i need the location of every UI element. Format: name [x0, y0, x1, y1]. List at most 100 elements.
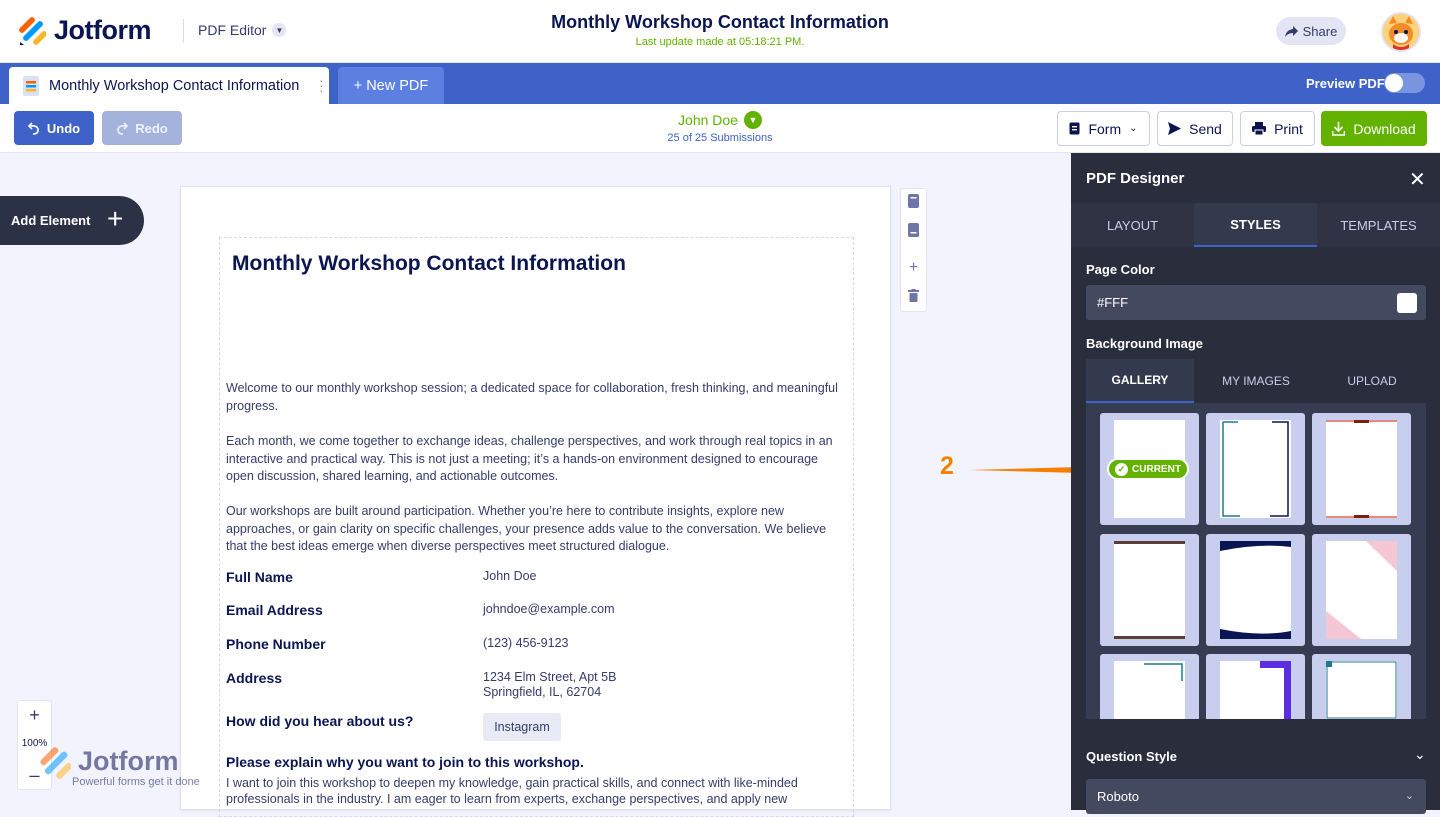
preview-pdf-toggle[interactable]: [1384, 73, 1425, 93]
page-properties-icon[interactable]: [901, 194, 926, 211]
watermark-brand: Jotform: [78, 746, 179, 776]
thumbnail-page: [1114, 661, 1185, 719]
thumbnail-page: [1220, 541, 1291, 639]
field-value-full-name: John Doe: [483, 569, 537, 583]
tab-label: Monthly Workshop Contact Information: [49, 77, 300, 94]
watermark-logo-icon: [40, 747, 71, 779]
last-update-status: Last update made at 05:18:21 PM.: [635, 36, 805, 48]
share-label: Share: [1302, 23, 1338, 39]
new-pdf-button[interactable]: + New PDF: [338, 67, 444, 104]
jotform-watermark: Jotform Powerful forms get it done: [38, 746, 200, 788]
page-color-value: #FFF: [1097, 295, 1129, 310]
download-label: Download: [1353, 120, 1416, 137]
thumbnail-page: [1326, 541, 1397, 639]
intro-paragraph-3[interactable]: Our workshops are built around participa…: [226, 503, 841, 556]
more-options-icon[interactable]: · · ·: [319, 73, 324, 97]
tab-monthly-workshop[interactable]: Monthly Workshop Contact Information · · ·: [9, 67, 329, 104]
field-value-email: johndoe@example.com: [483, 602, 615, 616]
font-select[interactable]: Roboto ⌄: [1086, 779, 1426, 814]
print-button[interactable]: Print: [1240, 111, 1315, 146]
field-label-address: Address: [226, 670, 283, 686]
share-icon: [1284, 25, 1298, 37]
pdf-designer-panel: PDF Designer ✕ LAYOUT STYLES TEMPLATES P…: [1071, 153, 1440, 814]
preview-pdf-label: Preview PDF: [1306, 76, 1385, 91]
field-label-email: Email Address: [226, 602, 323, 618]
background-thumbnail[interactable]: [1206, 654, 1305, 719]
thumbnail-page: [1220, 420, 1291, 518]
add-page-icon[interactable]: +: [901, 259, 926, 277]
pdf-tab-bar: Monthly Workshop Contact Information · · ·…: [0, 63, 1440, 104]
chevron-down-icon: ⌄: [1404, 790, 1414, 802]
background-thumbnail[interactable]: [1100, 534, 1199, 646]
form-icon: [1069, 122, 1080, 135]
page-color-label: Page Color: [1086, 262, 1155, 277]
intro-paragraph-2[interactable]: Each month, we come together to exchange…: [226, 433, 841, 486]
download-button[interactable]: Download: [1321, 111, 1427, 146]
field-label-full-name: Full Name: [226, 569, 293, 585]
tab-upload[interactable]: UPLOAD: [1318, 359, 1426, 403]
tab-templates[interactable]: TEMPLATES: [1317, 203, 1440, 247]
form-title[interactable]: Monthly Workshop Contact Information: [232, 252, 626, 276]
background-thumbnail[interactable]: [1312, 654, 1411, 719]
close-icon[interactable]: ✕: [1409, 167, 1426, 192]
plus-icon: +: [107, 203, 124, 234]
download-icon: [1332, 121, 1346, 136]
background-thumbnail[interactable]: [1312, 413, 1411, 525]
pdf-page[interactable]: Monthly Workshop Contact Information Wel…: [180, 186, 891, 817]
field-value-source-pill: Instagram: [483, 713, 561, 741]
question-answer: I want to join this workshop to deepen m…: [226, 776, 798, 806]
pdf-document-icon: [23, 75, 39, 96]
send-button[interactable]: Send: [1157, 111, 1233, 146]
field-value-address-line1: 1234 Elm Street, Apt 5B: [483, 670, 617, 684]
print-label: Print: [1274, 120, 1303, 137]
editor-toolbar: Undo Redo John Doe ▼ 25 of 25 Submission…: [0, 104, 1440, 153]
tab-styles[interactable]: STYLES: [1194, 203, 1317, 247]
current-badge: ✓ CURRENT: [1107, 458, 1189, 480]
thumbnail-page: [1220, 661, 1291, 719]
add-element-label: Add Element: [11, 213, 91, 228]
question-title: Please explain why you want to join to t…: [226, 754, 584, 770]
zoom-in-button[interactable]: +: [18, 705, 51, 726]
tab-my-images[interactable]: MY IMAGES: [1202, 359, 1310, 403]
avatar[interactable]: [1381, 12, 1421, 52]
designer-tabs: LAYOUT STYLES TEMPLATES: [1071, 203, 1440, 247]
question-style-label[interactable]: Question Style: [1086, 749, 1177, 764]
page-layout-icon[interactable]: [901, 223, 926, 240]
page-content-area[interactable]: Monthly Workshop Contact Information Wel…: [219, 237, 854, 817]
add-element-button[interactable]: Add Element +: [0, 196, 144, 245]
background-thumbnail-blank[interactable]: ✓ CURRENT: [1100, 413, 1199, 525]
check-icon: ✓: [1115, 462, 1129, 476]
background-image-tabs: GALLERY MY IMAGES UPLOAD: [1086, 359, 1426, 403]
thumbnail-page: [1326, 661, 1397, 719]
top-bar: Jotform PDF Editor ▼ Monthly Workshop Co…: [0, 0, 1440, 63]
panel-title: PDF Designer: [1086, 170, 1185, 187]
share-button[interactable]: Share: [1276, 17, 1346, 45]
intro-paragraph-1[interactable]: Welcome to our monthly workshop session;…: [226, 380, 841, 415]
cat-avatar-icon: [1383, 14, 1419, 50]
tab-gallery[interactable]: GALLERY: [1086, 359, 1194, 403]
chevron-down-icon[interactable]: ⌄: [1414, 746, 1426, 763]
current-label: CURRENT: [1132, 463, 1181, 475]
background-thumbnail[interactable]: [1312, 534, 1411, 646]
page-title[interactable]: Monthly Workshop Contact Information: [0, 12, 1440, 33]
color-swatch[interactable]: [1397, 293, 1417, 313]
chevron-down-icon: ⌄: [1129, 123, 1138, 134]
background-thumbnail[interactable]: [1206, 534, 1305, 646]
tab-layout[interactable]: LAYOUT: [1071, 203, 1194, 247]
page-tools: +: [900, 188, 927, 312]
field-value-phone: (123) 456-9123: [483, 636, 569, 650]
send-label: Send: [1189, 120, 1222, 137]
page-color-input[interactable]: #FFF: [1086, 285, 1426, 320]
background-image-label: Background Image: [1086, 336, 1204, 351]
trash-icon[interactable]: [901, 289, 926, 305]
form-button[interactable]: Form ⌄: [1057, 111, 1150, 146]
background-image-box: GALLERY MY IMAGES UPLOAD ✓ CURRENT: [1086, 359, 1426, 719]
background-thumbnail[interactable]: [1100, 654, 1199, 719]
submitter-name: John Doe: [678, 112, 738, 128]
thumbnail-page: [1114, 541, 1185, 639]
annotation-step-number: 2: [940, 452, 954, 480]
field-label-source: How did you hear about us?: [226, 713, 414, 729]
field-value-address-line2: Springfield, IL, 62704: [483, 685, 602, 699]
background-thumbnail[interactable]: [1206, 413, 1305, 525]
toggle-knob: [1385, 74, 1403, 92]
